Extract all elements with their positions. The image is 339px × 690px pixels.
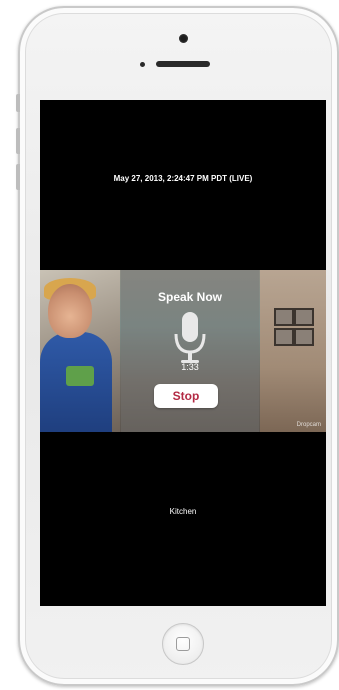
page: May 27, 2013, 2:24:47 PM PDT (LIVE) Drop… — [0, 0, 339, 690]
green-cup — [66, 366, 94, 386]
home-button-icon — [176, 637, 190, 651]
home-button[interactable] — [162, 623, 204, 665]
wall-picture — [294, 308, 314, 326]
wall-picture — [274, 308, 294, 326]
stop-button[interactable]: Stop — [154, 384, 218, 408]
stream-timestamp: May 27, 2013, 2:24:47 PM PDT (LIVE) — [113, 174, 253, 183]
recording-timer: 1:33 — [181, 362, 199, 372]
mute-switch — [16, 94, 20, 112]
microphone-icon — [174, 312, 206, 363]
front-camera — [179, 34, 188, 43]
proximity-sensor — [140, 62, 145, 67]
video-scene-right — [260, 270, 326, 432]
speak-now-title: Speak Now — [157, 290, 223, 304]
wall-picture — [294, 328, 314, 346]
speak-now-panel: Speak Now 1:33 Stop — [121, 270, 259, 432]
camera-name-label: Kitchen — [169, 507, 197, 516]
volume-up-button — [16, 128, 20, 154]
video-scene-left — [40, 270, 120, 432]
earpiece-speaker — [156, 61, 210, 67]
volume-down-button — [16, 164, 20, 190]
phone-screen: May 27, 2013, 2:24:47 PM PDT (LIVE) Drop… — [40, 100, 326, 606]
video-watermark: Dropcam — [296, 422, 321, 428]
person-head — [48, 284, 92, 338]
live-video-feed[interactable]: Dropcam Speak Now 1:33 Stop — [40, 270, 326, 432]
wall-picture — [274, 328, 294, 346]
